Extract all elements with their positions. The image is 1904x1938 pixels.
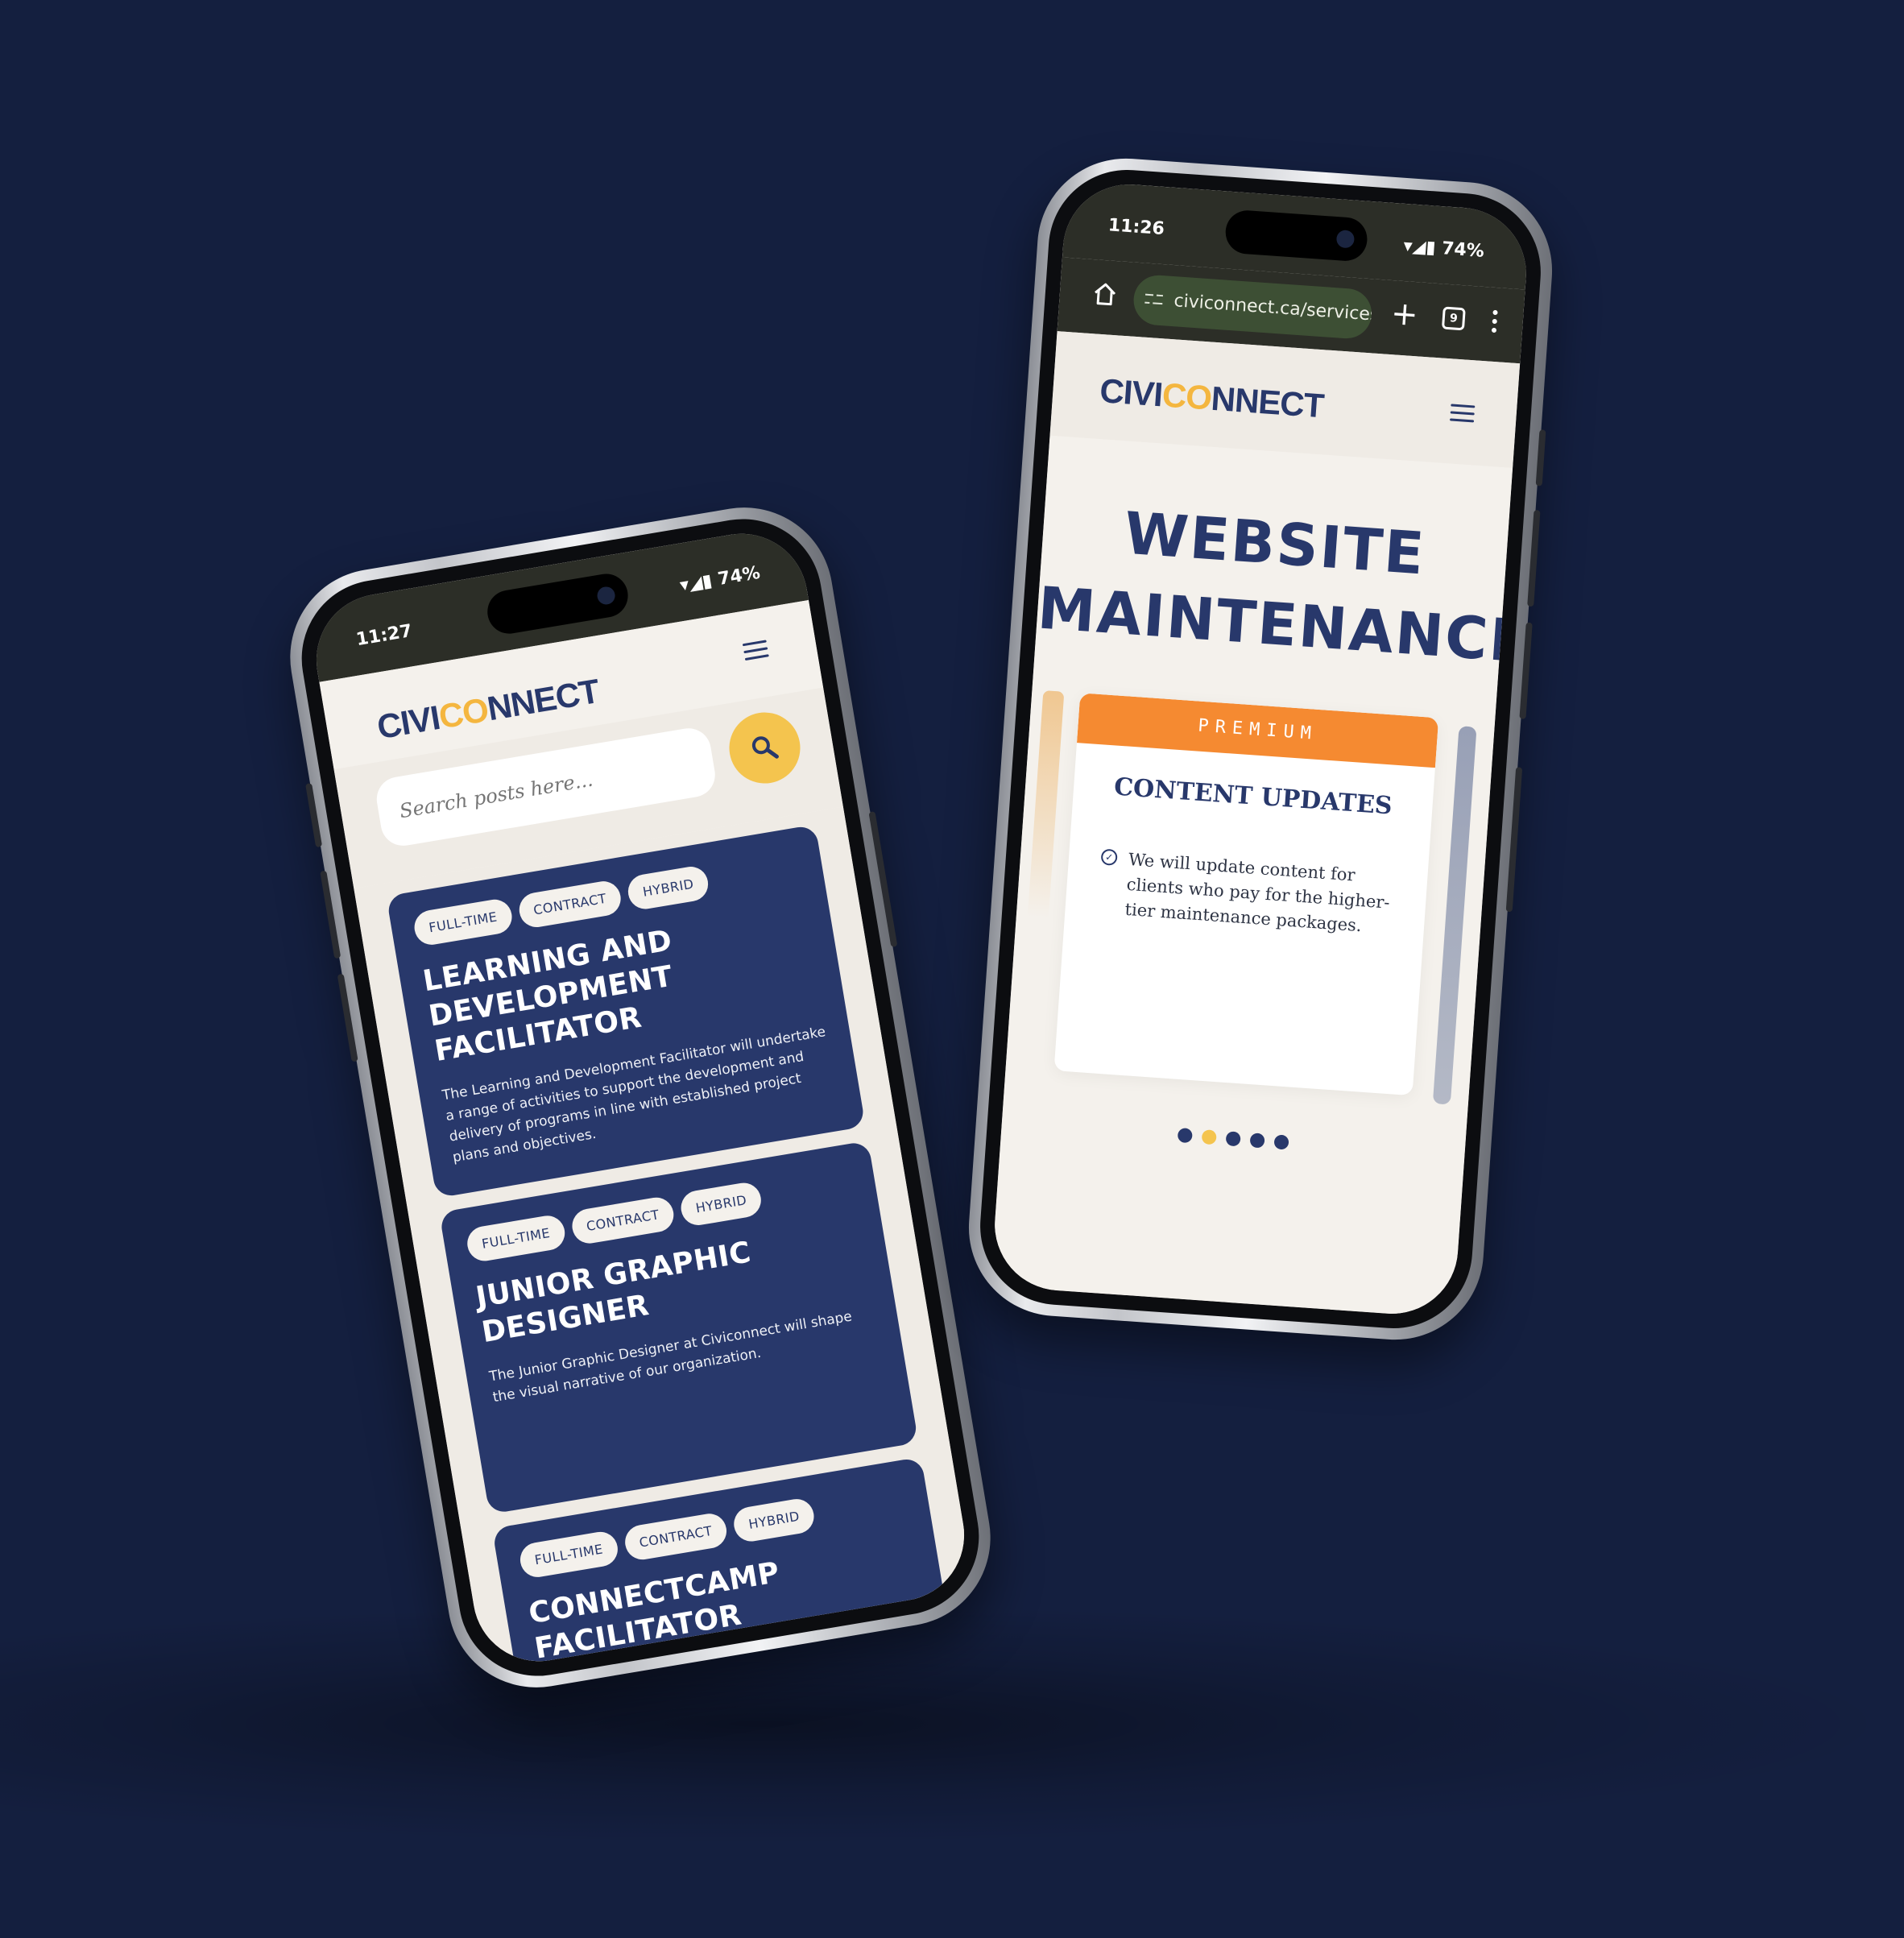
camera [595,585,617,607]
tag-hybrid[interactable]: HYBRID [625,863,711,912]
job-card[interactable]: FULL-TIME CONTRACT HYBRID JUNIOR GRAPHIC… [439,1141,919,1514]
search-button[interactable] [723,706,806,789]
tag-hybrid[interactable]: HYBRID [731,1496,817,1544]
carousel-dot[interactable] [1273,1134,1289,1150]
logo-text: CIVI [1098,371,1164,414]
feature-item: ✓ We will update content for clients who… [1100,847,1397,941]
url-text: civiconnect.ca/services/ [1173,291,1374,326]
job-card[interactable]: FULL-TIME CONTRACT HYBRID LEARNING AND D… [386,824,866,1199]
check-circle-icon: ✓ [1100,848,1118,866]
tab-switcher-button[interactable]: 9 [1441,306,1466,331]
logo-text: NNECT [484,671,602,728]
carousel-dot[interactable] [1177,1128,1193,1144]
plan-card[interactable]: PREMIUM CONTENT UPDATES ✓ We will update… [1053,693,1439,1096]
civiconnect-logo[interactable]: CIVICONNECT [1099,371,1325,425]
tag-contract[interactable]: CONTRACT [516,878,624,930]
status-time: 11:27 [354,621,414,651]
plan-title: CONTENT UPDATES [1113,772,1393,821]
carousel-dot[interactable] [1249,1133,1265,1149]
battery-percent: 74% [716,562,762,590]
status-icons: ▾◢▮ 74% [678,562,762,596]
menu-icon[interactable] [742,640,769,661]
feature-text: We will update content for clients who p… [1124,849,1391,936]
right-phone-screen: 11:26 ▾◢▮ 74% civiconnect.ca/services/ +… [990,180,1531,1319]
dynamic-island [1223,209,1369,263]
search-icon [751,736,779,759]
logo-text: CIVI [374,698,443,747]
tag-contract[interactable]: CONTRACT [622,1510,730,1563]
status-icons: ▾◢▮ 74% [1402,235,1485,262]
carousel-dot[interactable] [1225,1131,1241,1147]
tag-full-time[interactable]: FULL-TIME [465,1213,568,1264]
home-icon[interactable] [1091,280,1119,308]
floor-shadow [0,1603,1904,1845]
tag-contract[interactable]: CONTRACT [569,1195,677,1246]
new-tab-icon[interactable]: + [1390,295,1420,333]
status-time: 11:26 [1107,215,1165,240]
camera [1335,230,1356,249]
logo-accent: CO [436,689,491,736]
logo-accent: CO [1161,375,1213,417]
menu-icon[interactable] [1450,404,1476,423]
battery-percent: 74% [1441,238,1485,262]
left-phone: 11:27 ▾◢▮ 74% CIVICONNECT FULL-TIME CONT… [276,494,1004,1701]
tier-banner: PREMIUM [1076,693,1439,768]
carousel-dots [1001,1116,1465,1162]
site-settings-icon[interactable] [1144,292,1164,308]
tag-full-time[interactable]: FULL-TIME [517,1529,620,1580]
more-options-icon[interactable] [1491,309,1498,337]
right-phone: 11:26 ▾◢▮ 74% civiconnect.ca/services/ +… [962,152,1558,1346]
dynamic-island [484,570,631,637]
next-plan-card[interactable] [1432,726,1477,1105]
carousel-dot-active[interactable] [1201,1129,1217,1145]
logo-text: NNECT [1210,379,1325,425]
page-body: WEBSITE MAINTENANCE PREMIUM CONTENT UPDA… [990,435,1531,1319]
tag-full-time[interactable]: FULL-TIME [412,897,515,948]
tag-hybrid[interactable]: HYBRID [678,1180,764,1228]
left-phone-screen: 11:27 ▾◢▮ 74% CIVICONNECT FULL-TIME CONT… [306,524,975,1671]
address-bar[interactable]: civiconnect.ca/services/ [1132,273,1374,341]
page-title: WEBSITE MAINTENANCE [1035,487,1531,681]
